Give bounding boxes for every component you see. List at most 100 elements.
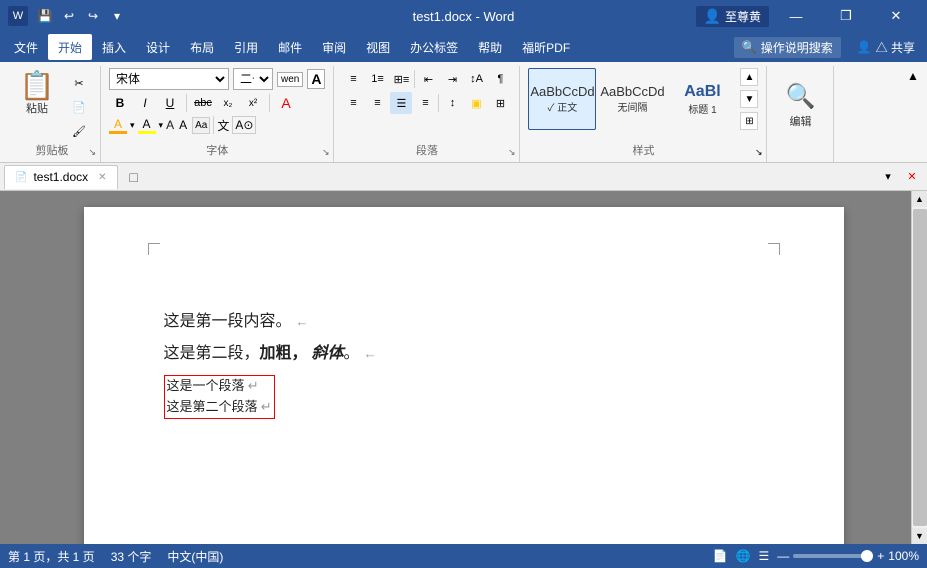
font-color-dropdown[interactable]: ▾ <box>130 120 135 131</box>
font-row1: 宋体 二号 wen A <box>109 68 325 90</box>
separator <box>186 94 187 112</box>
italic-button[interactable]: I <box>134 92 156 114</box>
style-scroll-up[interactable]: ▲ <box>740 68 758 86</box>
font-name-select[interactable]: 宋体 <box>109 68 229 90</box>
text-effects-button[interactable]: A <box>166 118 174 132</box>
align-left-button[interactable]: ≡ <box>342 92 364 114</box>
zoom-in-button[interactable]: + <box>877 549 884 563</box>
highlight-dropdown[interactable]: ▾ <box>159 120 164 131</box>
search-button[interactable]: 🔍 操作说明搜索 <box>734 37 841 58</box>
restore-button[interactable]: ❐ <box>823 0 869 32</box>
increase-indent-button[interactable]: ⇥ <box>441 68 463 90</box>
multilevel-list-button[interactable]: ⊞≡ <box>390 68 412 90</box>
edit-group: 🔍 编辑 <box>767 66 834 162</box>
new-tab-button[interactable]: □ <box>122 165 146 189</box>
tab-close-button[interactable]: ✕ <box>901 166 923 188</box>
view-web-icon[interactable]: 🌐 <box>736 549 751 563</box>
share-button[interactable]: 👤 △ 共享 <box>849 37 923 58</box>
paragraph-2[interactable]: 这是第二段，加粗， 斜体。 ← <box>164 339 764 363</box>
shrink-font-button[interactable]: A <box>177 116 189 134</box>
minimize-button[interactable]: — <box>773 0 819 32</box>
zoom-slider[interactable] <box>793 554 873 558</box>
shading-button[interactable]: ▣ <box>465 92 487 114</box>
line-spacing-button[interactable]: ↕ <box>441 92 463 114</box>
boxed-line2-text: 这是第二个段落 <box>167 399 258 414</box>
styles-group-indicator[interactable]: ↘ <box>755 147 763 158</box>
menu-mailings[interactable]: 邮件 <box>268 34 312 60</box>
decrease-indent-button[interactable]: ⇤ <box>417 68 439 90</box>
style-scroll-down[interactable]: ▼ <box>740 90 758 108</box>
sort-button[interactable]: ↕A <box>465 68 487 90</box>
show-hide-button[interactable]: ¶ <box>489 68 511 90</box>
menu-design[interactable]: 设计 <box>136 34 180 60</box>
cut-button[interactable]: ✂ <box>66 72 92 94</box>
align-center-button[interactable]: ≡ <box>366 92 388 114</box>
boxed-line-1[interactable]: 这是一个段落 ↵ <box>167 376 272 397</box>
close-button[interactable]: ✕ <box>873 0 919 32</box>
scroll-down-button[interactable]: ▼ <box>912 528 927 544</box>
menu-references[interactable]: 引用 <box>224 34 268 60</box>
style-expand-button[interactable]: ⊞ <box>740 112 758 130</box>
bold-button[interactable]: B <box>109 92 131 114</box>
menu-help[interactable]: 帮助 <box>468 34 512 60</box>
menu-foxit-pdf[interactable]: 福昕PDF <box>512 34 580 60</box>
boxed-line1-pilcrow: ↵ <box>248 378 259 393</box>
redo-button[interactable]: ↪ <box>82 5 104 27</box>
paragraph-1[interactable]: 这是第一段内容。 ← <box>164 307 764 331</box>
menu-home[interactable]: 开始 <box>48 34 92 60</box>
view-outline-icon[interactable]: ☰ <box>759 549 770 563</box>
find-button[interactable]: 🔍 编辑 <box>775 80 825 130</box>
underline-button[interactable]: U <box>159 92 181 114</box>
view-print-icon[interactable]: 📄 <box>713 549 728 563</box>
document-page[interactable]: 这是第一段内容。 ← 这是第二段，加粗， 斜体。 ← 这是一个段落 ↵ 这 <box>84 207 844 544</box>
menu-office-tab[interactable]: 办公标签 <box>400 34 468 60</box>
boxed-line-2[interactable]: 这是第二个段落 ↵ <box>167 397 272 418</box>
undo-button[interactable]: ↩ <box>58 5 80 27</box>
vertical-scrollbar[interactable]: ▲ ▼ <box>911 191 927 544</box>
font-size-select[interactable]: 二号 <box>233 68 273 90</box>
style-normal[interactable]: AaBbCcDd ✓ 正文 <box>528 68 596 130</box>
copy-button[interactable]: 📄 <box>66 96 92 118</box>
clipboard-group-indicator[interactable]: ↘ <box>88 147 96 158</box>
user-account[interactable]: 👤 至尊黄 <box>696 6 769 27</box>
menu-view[interactable]: 视图 <box>356 34 400 60</box>
close-tab-button[interactable]: ✕ <box>98 172 106 183</box>
wen-button[interactable]: wen <box>277 72 303 87</box>
format-painter-button[interactable]: 🖌 <box>66 120 92 142</box>
change-case-button[interactable]: Aa <box>192 117 210 134</box>
document-scroll-area[interactable]: 这是第一段内容。 ← 这是第二段，加粗， 斜体。 ← 这是一个段落 ↵ 这 <box>0 191 927 544</box>
clear-format-button[interactable]: A <box>275 92 297 114</box>
document-tab[interactable]: 📄 test1.docx ✕ <box>4 165 118 189</box>
superscript-button[interactable]: x² <box>242 92 264 114</box>
para-list-row: ≡ 1≡ ⊞≡ ⇤ ⇥ ↕A ¶ <box>342 68 511 90</box>
font-group-indicator[interactable]: ↘ <box>322 147 330 158</box>
font-color-button[interactable]: A <box>109 117 127 134</box>
enclosed-chars-button[interactable]: A⊙ <box>232 116 256 134</box>
paragraph-group-indicator[interactable]: ↘ <box>508 147 516 158</box>
menu-insert[interactable]: 插入 <box>92 34 136 60</box>
menu-review[interactable]: 审阅 <box>312 34 356 60</box>
corner-mark-top-right <box>768 243 780 255</box>
phonetic-guide-button[interactable]: 文 <box>217 117 229 134</box>
bullets-button[interactable]: ≡ <box>342 68 364 90</box>
style-heading1[interactable]: AaBl 标题 1 <box>668 68 736 130</box>
strikethrough-button[interactable]: abc <box>192 92 214 114</box>
menu-layout[interactable]: 布局 <box>180 34 224 60</box>
grow-font-button[interactable]: A <box>307 69 325 89</box>
save-button[interactable]: 💾 <box>34 5 56 27</box>
align-justify-button[interactable]: ☰ <box>390 92 412 114</box>
subscript-button[interactable]: x₂ <box>217 92 239 114</box>
numbered-list-button[interactable]: 1≡ <box>366 68 388 90</box>
scroll-thumb[interactable] <box>913 209 927 526</box>
align-right-button[interactable]: ≡ <box>414 92 436 114</box>
tab-dropdown-button[interactable]: ▾ <box>877 166 899 188</box>
highlight-button[interactable]: A <box>138 117 156 134</box>
menu-file[interactable]: 文件 <box>4 34 48 60</box>
zoom-out-button[interactable]: — <box>777 549 789 563</box>
paste-button[interactable]: 📋 粘贴 <box>12 68 62 120</box>
style-no-spacing[interactable]: AaBbCcDd 无间隔 <box>598 68 666 130</box>
customize-qa-button[interactable]: ▾ <box>106 5 128 27</box>
borders-button[interactable]: ⊞ <box>489 92 511 114</box>
scroll-up-button[interactable]: ▲ <box>912 191 927 207</box>
ribbon-collapse-button[interactable]: ▲ <box>903 66 923 86</box>
